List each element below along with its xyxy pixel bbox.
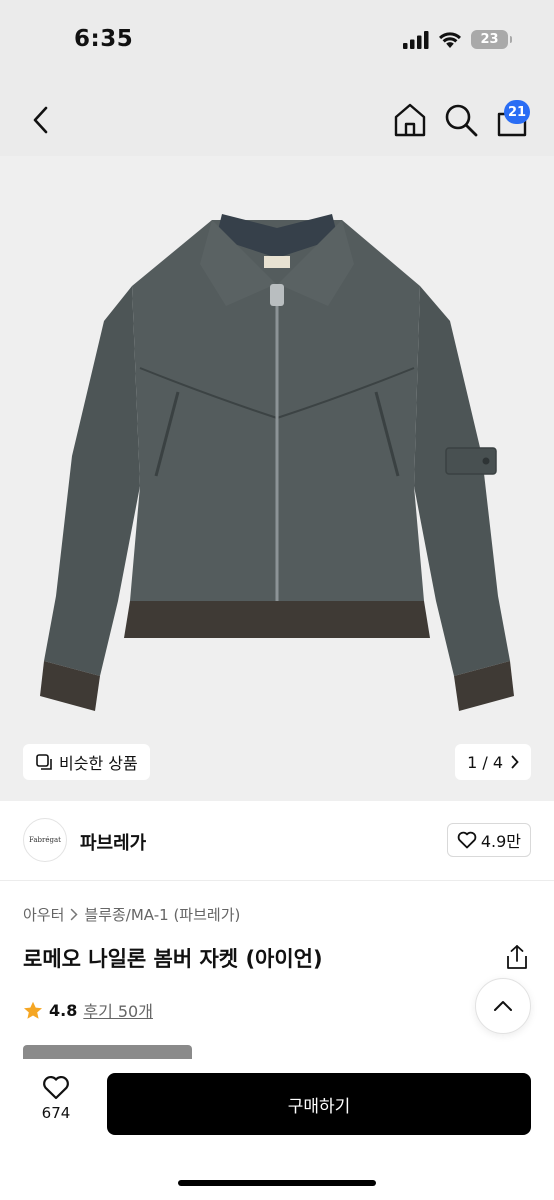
scroll-to-top-button[interactable] (475, 978, 531, 1034)
home-button[interactable] (392, 102, 428, 138)
color-option-thumbnail[interactable] (23, 1045, 192, 1059)
heart-icon (457, 831, 477, 849)
wifi-icon (439, 31, 461, 48)
brand-row[interactable]: Fabrégat 파브레가 4.9만 (0, 801, 554, 881)
bottom-action-bar: 674 구매하기 (0, 1059, 554, 1200)
rating-row: 4.8 후기 50개 (23, 998, 153, 1022)
product-like-count: 674 (41, 1104, 71, 1122)
similar-products-button[interactable]: 비슷한 상품 (23, 744, 150, 780)
share-icon (507, 945, 527, 969)
chevron-right-icon (71, 908, 78, 921)
review-count-link[interactable]: 후기 50개 (83, 998, 153, 1022)
home-icon (394, 103, 426, 137)
status-time: 6:35 (74, 26, 134, 52)
product-title: 로메오 나일론 봄버 자켓 (아이언) (23, 947, 323, 971)
breadcrumb-item[interactable]: 아우터 (23, 904, 64, 925)
search-button[interactable] (443, 102, 479, 138)
back-button[interactable] (24, 102, 58, 138)
chevron-right-icon (511, 755, 519, 769)
back-icon (33, 106, 48, 134)
brand-logo-text: Fabrégat (29, 836, 61, 844)
star-icon (24, 1001, 42, 1019)
share-button[interactable] (505, 944, 529, 970)
breadcrumb: 아우터 블루종/MA-1 (파브레가) (23, 904, 240, 925)
jacket-image (0, 156, 554, 801)
image-page-indicator[interactable]: 1 / 4 (455, 744, 531, 780)
brand-like-count: 4.9만 (480, 832, 521, 851)
similar-products-label: 비슷한 상품 (59, 754, 138, 773)
heart-icon (43, 1075, 69, 1100)
product-image[interactable]: 비슷한 상품 1 / 4 (0, 156, 554, 801)
similar-icon (36, 754, 52, 770)
search-icon (445, 104, 478, 137)
brand-logo[interactable]: Fabrégat (23, 818, 67, 862)
home-indicator (178, 1180, 376, 1186)
breadcrumb-item[interactable]: 블루종/MA-1 (파브레가) (84, 904, 240, 925)
buy-button[interactable]: 구매하기 (107, 1073, 531, 1135)
rating-value: 4.8 (49, 1000, 78, 1020)
brand-like-button[interactable]: 4.9만 (446, 823, 531, 857)
cart-count-badge: 21 (504, 100, 530, 124)
page-indicator-text: 1 / 4 (467, 752, 503, 772)
signal-icon (403, 30, 429, 49)
status-icons: 23 (403, 30, 512, 49)
chevron-up-icon (494, 1001, 512, 1011)
product-like-button[interactable]: 674 (30, 1075, 82, 1122)
status-bar: 6:35 23 (0, 0, 554, 84)
battery-level: 23 (480, 32, 499, 47)
brand-name[interactable]: 파브레가 (80, 829, 146, 855)
battery-icon: 23 (471, 30, 512, 49)
nav-bar (0, 84, 554, 156)
